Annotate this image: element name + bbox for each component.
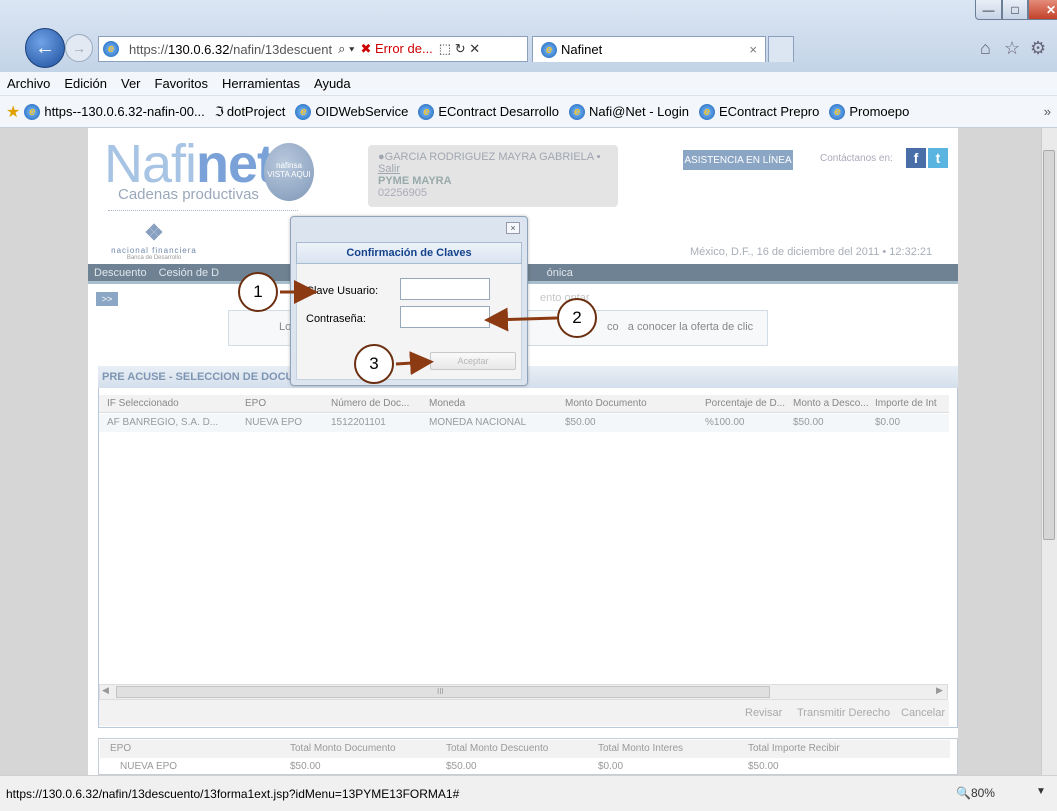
callout-arrow-3: [395, 351, 434, 376]
zoom-icon: 🔍: [956, 786, 971, 800]
callout-3: 3: [354, 344, 394, 384]
callout-1: 1: [238, 272, 278, 312]
callout-2: 2: [557, 298, 597, 338]
status-url: https://130.0.6.32/nafin/13descuento/13f…: [6, 787, 460, 801]
zoom-value: 80%: [970, 786, 995, 800]
zoom-dropdown-icon[interactable]: ▼: [1036, 786, 1046, 797]
callout-arrows: [280, 280, 558, 376]
callout-arrow-2: [484, 307, 558, 332]
zoom-level[interactable]: 🔍80%: [956, 786, 995, 800]
